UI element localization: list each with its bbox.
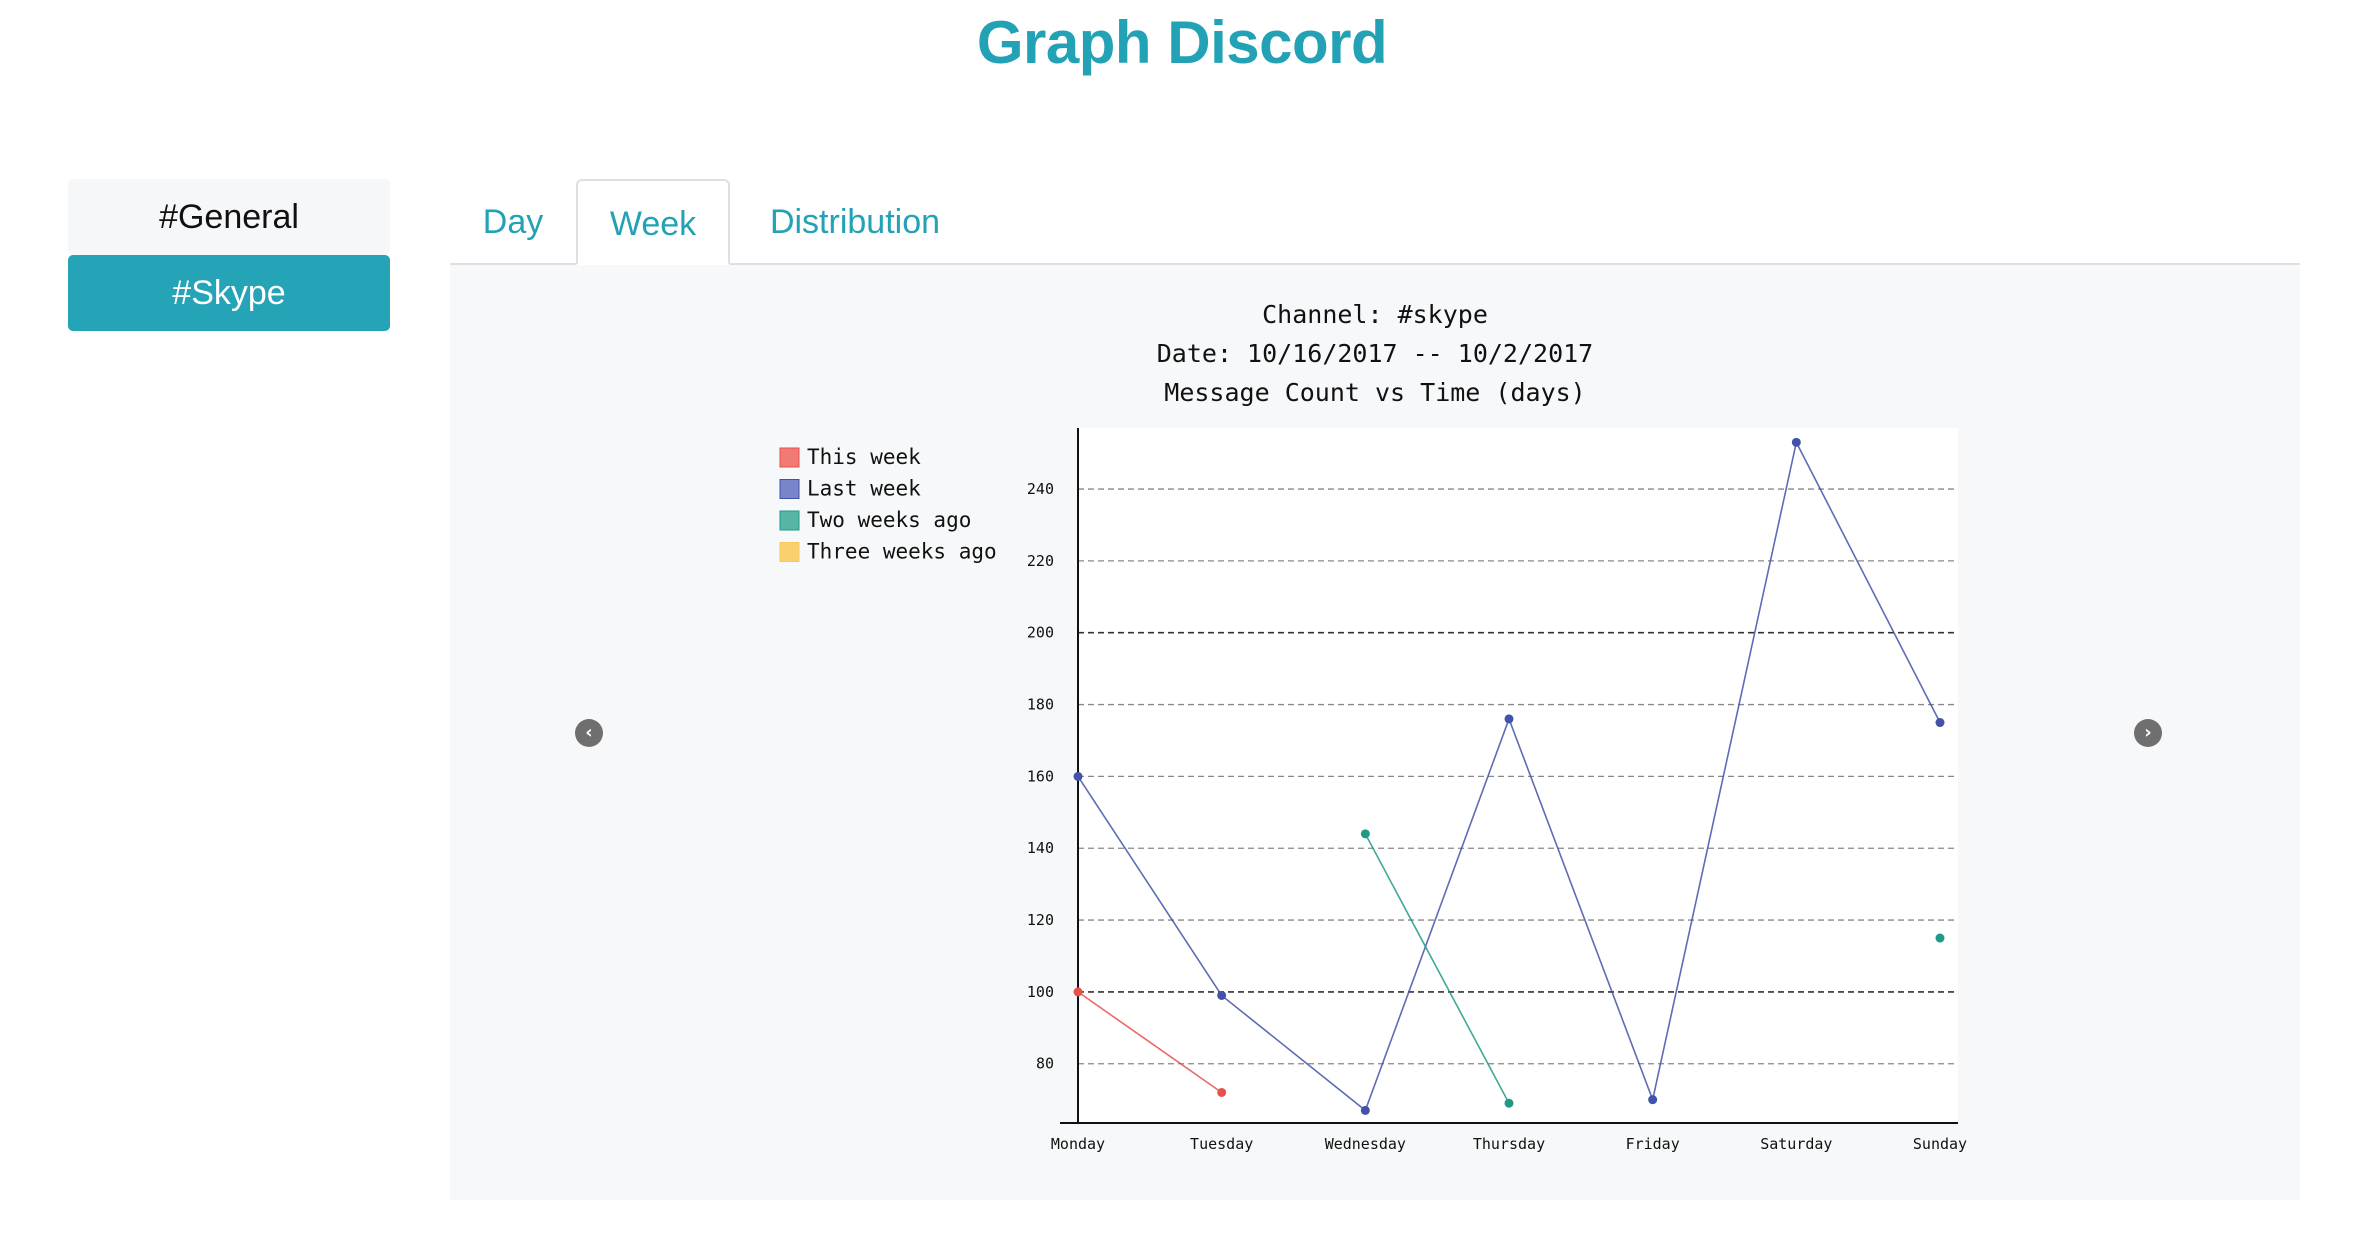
legend-swatch [779, 510, 800, 531]
data-point [1791, 437, 1801, 447]
chart-legend: This week Last week Two weeks ago Three wee… [779, 445, 997, 564]
legend-label: This week [807, 445, 921, 469]
legend-swatch [779, 447, 800, 468]
x-tick-label: Friday [1626, 1135, 1680, 1153]
legend-label: Three weeks ago [807, 540, 997, 564]
x-tick-label: Thursday [1473, 1135, 1545, 1153]
data-point [1217, 990, 1227, 1000]
data-point [1073, 987, 1083, 997]
tab-day[interactable]: Day [450, 179, 576, 263]
y-tick-label: 200 [1027, 624, 1054, 642]
channel-general-button[interactable]: #General [68, 179, 390, 255]
legend-swatch [779, 479, 800, 499]
y-axis: 80 100 120 140 160 180 200 220 240 [1027, 428, 1079, 1123]
x-axis: Monday Tuesday Wednesday Thursday Friday Satu… [1051, 1122, 1967, 1153]
data-point [1360, 1105, 1370, 1115]
channel-sidebar: #General #Skype [68, 179, 390, 331]
chart-panel: ‹ › Channel: #skype Date: 10/16/2017 -- … [450, 265, 2300, 1200]
x-tick-label: Wednesday [1325, 1135, 1406, 1153]
message-count-chart: Channel: #skype Date: 10/16/2017 -- 10/2… [779, 300, 1967, 1153]
x-tick-label: Saturday [1760, 1135, 1832, 1153]
y-tick-label: 240 [1027, 480, 1054, 498]
data-point [1935, 718, 1945, 728]
y-tick-label: 160 [1027, 767, 1054, 785]
y-tick-label: 100 [1027, 983, 1054, 1001]
legend-swatch [779, 542, 800, 562]
y-tick-label: 80 [1036, 1055, 1054, 1073]
y-tick-label: 180 [1027, 696, 1054, 714]
y-tick-label: 220 [1027, 552, 1054, 570]
x-tick-label: Sunday [1913, 1135, 1967, 1153]
legend-label: Last week [807, 477, 921, 501]
data-point [1504, 714, 1514, 724]
x-tick-label: Tuesday [1190, 1135, 1253, 1153]
y-tick-label: 120 [1027, 911, 1054, 929]
legend-label: Two weeks ago [807, 508, 971, 532]
plot-area [1078, 428, 1958, 1123]
chart-title-line-1: Channel: #skype [1262, 300, 1488, 329]
data-point [1217, 1087, 1227, 1097]
y-tick-label: 140 [1027, 839, 1054, 857]
data-point [1935, 933, 1945, 943]
app-title: Graph Discord [976, 9, 1388, 76]
tab-distribution[interactable]: Distribution [730, 179, 980, 263]
data-point [1504, 1098, 1514, 1108]
view-tabs: Day Week Distribution [450, 179, 2300, 265]
chart-title-line-2: Date: 10/16/2017 -- 10/2/2017 [1157, 339, 1594, 368]
data-point [1073, 771, 1083, 781]
chart-title-line-3: Message Count vs Time (days) [1164, 378, 1585, 407]
x-tick-label: Monday [1051, 1135, 1105, 1153]
data-point [1360, 829, 1370, 839]
tab-week[interactable]: Week [576, 179, 730, 265]
data-point [1648, 1095, 1658, 1105]
channel-skype-button[interactable]: #Skype [68, 255, 390, 331]
